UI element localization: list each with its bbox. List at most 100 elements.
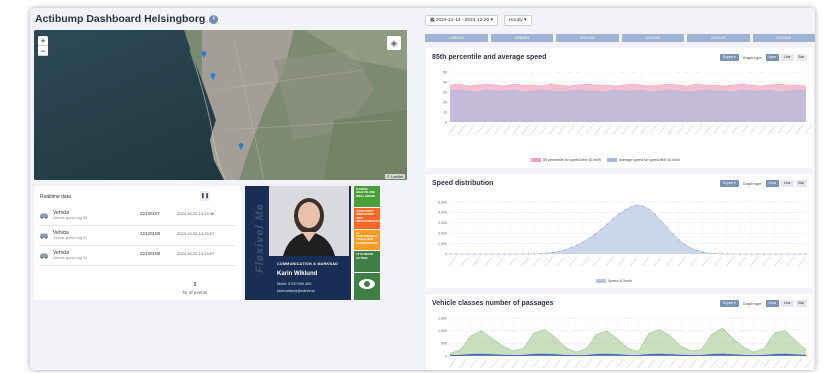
graph-type-line-button[interactable]: Line (780, 180, 794, 187)
legend-item[interactable]: 85 percentile for speed limit 40 km/h (531, 158, 601, 163)
data-point (545, 252, 548, 254)
pause-icon[interactable]: ❚❚ (200, 191, 210, 201)
x-tick-label (576, 124, 585, 135)
export-button[interactable]: Export ▾ (719, 180, 739, 187)
map-attribution[interactable]: © Leaflet (384, 174, 405, 179)
data-point (485, 253, 487, 255)
layers-icon[interactable]: ◈ (387, 36, 401, 50)
graph-type-label: Graph type (742, 181, 762, 186)
export-button[interactable]: Export ▾ (719, 300, 739, 307)
x-tick-label (631, 124, 639, 135)
x-tick-label (720, 358, 729, 369)
data-point (684, 244, 686, 246)
list-item: Vehicle Vehicle speed avg 30 22100108 20… (39, 248, 237, 266)
date-range-picker[interactable]: ▦ 2024-12-14 - 2024-12-20 ▾ (425, 15, 498, 26)
legend-item[interactable]: Speed 40 km/h (596, 279, 632, 284)
graph-type-line-button[interactable]: Line (780, 300, 794, 307)
x-tick-label (679, 358, 687, 369)
x-tick-label (640, 124, 648, 135)
x-tick-label (710, 358, 719, 369)
export-button[interactable]: Export ▾ (719, 54, 739, 61)
x-tick-label (542, 358, 551, 369)
x-tick-label (485, 124, 493, 135)
graph-type-bar-button[interactable]: Bar (795, 180, 807, 187)
contact-email[interactable]: karin.wiklund@edeva.se (277, 289, 315, 293)
info-icon[interactable]: i (209, 14, 219, 24)
data-point (515, 253, 517, 255)
map-marker-icon[interactable] (201, 50, 207, 58)
event-device-id: 22100107 (140, 211, 161, 216)
map-zoom-control: + − (38, 36, 48, 56)
tab-device[interactable]: 22100107 (687, 34, 750, 42)
x-tick-label (752, 358, 760, 369)
x-tick-label (731, 124, 740, 135)
graph-type-area-button[interactable]: Area (765, 300, 779, 307)
contact-name: Karin Wiklund (277, 271, 318, 277)
data-point (642, 205, 644, 207)
x-tick-label (653, 256, 662, 267)
map-marker-icon[interactable] (210, 72, 216, 80)
tab-device[interactable]: 22100105 (556, 34, 619, 42)
tab-device[interactable]: 22100108 (752, 34, 815, 42)
zoom-out-button[interactable]: − (38, 46, 48, 56)
x-tick-label (549, 124, 557, 135)
graph-type-area-button[interactable]: Area (765, 180, 779, 187)
sdg-13-icon: 13 CLIMATE ACTION (354, 251, 380, 272)
zoom-in-button[interactable]: + (38, 36, 48, 46)
chart-title: 85th percentile and average speed (432, 54, 547, 61)
data-point (473, 253, 475, 255)
x-tick-label (553, 358, 561, 369)
graph-type-bar-button[interactable]: Bar (795, 300, 807, 307)
data-point (539, 252, 542, 255)
contact-card-watermark: Flexivel Me (253, 203, 266, 273)
graph-type-line-button[interactable]: Line (780, 54, 794, 61)
event-detail: Vehicle speed avg 30 (53, 256, 88, 260)
tab-device[interactable]: 19080024 (490, 34, 553, 42)
x-tick-label (667, 124, 676, 135)
x-tick-label (605, 358, 614, 369)
x-tick-label (521, 124, 530, 135)
x-tick-label (594, 124, 603, 135)
x-tick-label (678, 256, 686, 267)
data-point (799, 253, 801, 255)
data-point (606, 223, 608, 225)
x-tick-label (622, 124, 630, 135)
x-tick-label (749, 124, 758, 135)
vehicle-classes-chart: 0 500 1,000 1,500 (438, 316, 813, 369)
graph-type-label: Graph type (742, 55, 762, 60)
tab-device[interactable]: 19080023 (425, 34, 488, 42)
car-icon (40, 253, 48, 259)
y-tick-label: 0 (445, 252, 447, 256)
x-tick-label (503, 124, 512, 135)
data-point (666, 226, 668, 229)
x-tick-label (786, 256, 795, 267)
x-tick-label (713, 124, 721, 135)
interval-select[interactable]: Hourly ▾ (503, 15, 532, 26)
x-tick-label (593, 256, 602, 267)
x-tick-label (777, 124, 785, 135)
x-tick-label (704, 124, 712, 135)
x-tick-label (658, 358, 666, 369)
data-point (775, 253, 777, 255)
map[interactable]: + − ◈ © Leaflet (34, 30, 407, 180)
graph-type-area-button[interactable]: Area (765, 54, 779, 61)
data-point (497, 253, 499, 255)
tab-device[interactable]: 22100106 (621, 34, 684, 42)
data-point (805, 253, 807, 255)
data-point (455, 253, 457, 255)
x-tick-label (605, 256, 614, 267)
event-timestamp: 2024-12-20 14:13:27 (177, 231, 215, 236)
device-tabs: 19080023 19080024 22100105 22100106 2210… (425, 34, 815, 42)
event-device-id: 22100108 (140, 231, 161, 236)
x-tick-label (448, 358, 457, 369)
graph-type-bar-button[interactable]: Bar (795, 54, 807, 61)
legend-item[interactable]: Average speed for speed limit 40 km/h (606, 158, 680, 163)
series-area (450, 90, 806, 122)
y-tick-label: 1,000 (438, 242, 447, 246)
x-tick-label (616, 358, 624, 369)
avatar (269, 186, 349, 256)
data-point (533, 253, 536, 255)
x-tick-label (637, 358, 645, 369)
y-tick-label: 1,000 (438, 329, 447, 333)
map-marker-icon[interactable] (238, 142, 244, 150)
